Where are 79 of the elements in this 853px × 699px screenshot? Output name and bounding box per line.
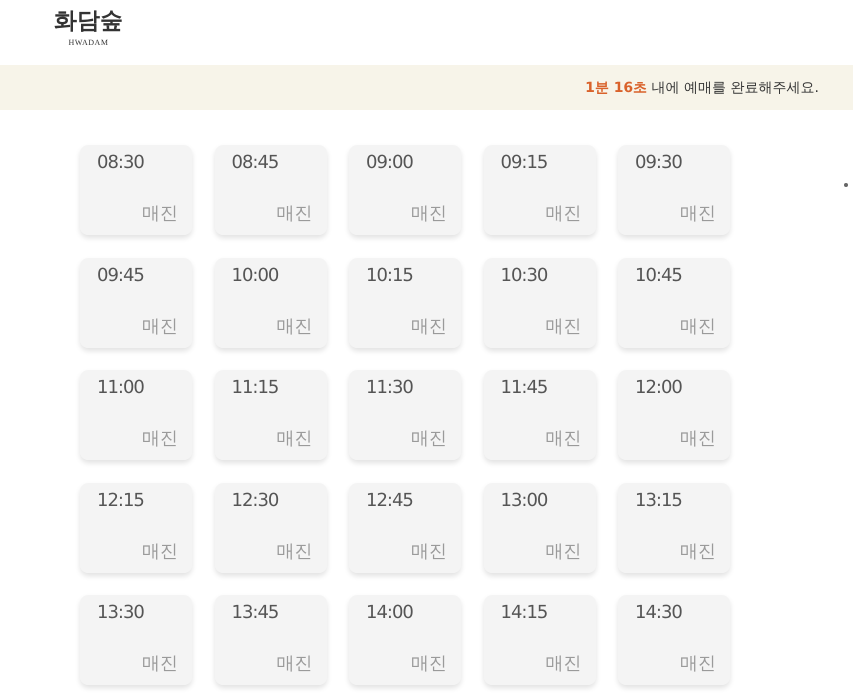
sold-out-label: 매진	[411, 428, 447, 450]
slot-time: 10:15	[366, 264, 413, 288]
time-slot-card[interactable]: 11:30 매진	[349, 370, 461, 460]
slot-time: 10:30	[500, 264, 548, 288]
time-slot-card[interactable]: 13:45 매진	[214, 595, 326, 685]
time-slot-card[interactable]: 14:00 매진	[349, 595, 461, 685]
slot-time: 09:30	[635, 151, 682, 175]
time-slot-card[interactable]: 08:30 매진	[80, 145, 192, 235]
sold-out-label: 매진	[411, 316, 447, 338]
slot-time: 11:00	[97, 376, 144, 400]
time-slot-card[interactable]: 13:00 매진	[484, 482, 596, 572]
slot-time: 11:30	[366, 376, 413, 400]
slot-time: 12:15	[97, 488, 144, 512]
slot-time: 10:45	[635, 264, 682, 288]
slot-time: 12:00	[635, 376, 682, 400]
slot-time: 13:00	[500, 488, 548, 512]
slot-time: 09:00	[366, 151, 413, 175]
sold-out-label: 매진	[276, 316, 312, 338]
time-slot-card[interactable]: 12:15 매진	[80, 482, 192, 572]
logo-title: 화담숲	[54, 7, 123, 36]
slot-time: 08:45	[232, 151, 278, 175]
slot-time: 09:15	[500, 151, 548, 175]
sold-out-label: 매진	[546, 428, 582, 450]
bullet-icon	[844, 183, 848, 187]
time-slot-card[interactable]: 09:15 매진	[484, 145, 596, 235]
slot-time: 09:45	[97, 264, 144, 288]
time-slot-card[interactable]: 14:30 매진	[618, 595, 730, 685]
time-slot-card[interactable]: 11:00 매진	[80, 370, 192, 460]
time-slot-card[interactable]: 12:45 매진	[349, 482, 461, 572]
slot-time: 08:30	[97, 151, 144, 175]
slot-time: 11:45	[500, 376, 548, 400]
time-slot-card[interactable]: 12:30 매진	[214, 482, 326, 572]
time-slot-card[interactable]: 10:15 매진	[349, 258, 461, 348]
slot-time: 11:15	[232, 376, 278, 400]
time-slot-card[interactable]: 11:15 매진	[214, 370, 326, 460]
sold-out-label: 매진	[142, 428, 178, 450]
time-slot-card[interactable]: 12:00 매진	[618, 370, 730, 460]
sold-out-label: 매진	[276, 428, 312, 450]
slot-time: 14:15	[500, 601, 548, 625]
time-slot-card[interactable]: 08:45 매진	[214, 145, 326, 235]
slot-time: 10:00	[232, 264, 278, 288]
sold-out-label: 매진	[142, 316, 178, 338]
sold-out-label: 매진	[411, 203, 447, 225]
sold-out-label: 매진	[142, 540, 178, 562]
time-slot-card[interactable]: 09:45 매진	[80, 258, 192, 348]
time-slot-card[interactable]: 10:00 매진	[214, 258, 326, 348]
sold-out-label: 매진	[680, 203, 716, 225]
time-slot-card[interactable]: 10:45 매진	[618, 258, 730, 348]
slot-time: 12:45	[366, 488, 413, 512]
sold-out-label: 매진	[411, 653, 447, 675]
logo-subtitle: HWADAM	[68, 38, 108, 48]
sold-out-label: 매진	[680, 428, 716, 450]
sold-out-label: 매진	[546, 653, 582, 675]
slot-time: 12:30	[232, 488, 278, 512]
slot-time: 13:30	[97, 601, 144, 625]
slot-time: 14:00	[366, 601, 413, 625]
slot-time: 13:45	[232, 601, 278, 625]
time-slot-card[interactable]: 10:30 매진	[484, 258, 596, 348]
sold-out-label: 매진	[680, 540, 716, 562]
sold-out-label: 매진	[142, 203, 178, 225]
slot-time: 13:15	[635, 488, 682, 512]
sold-out-label: 매진	[276, 540, 312, 562]
time-slot-card[interactable]: 13:15 매진	[618, 482, 730, 572]
sold-out-label: 매진	[411, 540, 447, 562]
sold-out-label: 매진	[546, 540, 582, 562]
sold-out-label: 매진	[276, 203, 312, 225]
time-slot-card[interactable]: 13:30 매진	[80, 595, 192, 685]
notice-text: 1분 16초 내에 예매를 완료해주세요.	[585, 78, 819, 96]
time-slot-card[interactable]: 09:00 매진	[349, 145, 461, 235]
sold-out-label: 매진	[276, 653, 312, 675]
time-slot-card[interactable]: 14:15 매진	[484, 595, 596, 685]
time-slot-card[interactable]: 09:30 매진	[618, 145, 730, 235]
sold-out-label: 매진	[546, 203, 582, 225]
time-slot-card[interactable]: 11:45 매진	[484, 370, 596, 460]
sold-out-label: 매진	[680, 653, 716, 675]
sold-out-label: 매진	[142, 653, 178, 675]
sold-out-label: 매진	[546, 316, 582, 338]
slot-time: 14:30	[635, 601, 682, 625]
sold-out-label: 매진	[680, 316, 716, 338]
